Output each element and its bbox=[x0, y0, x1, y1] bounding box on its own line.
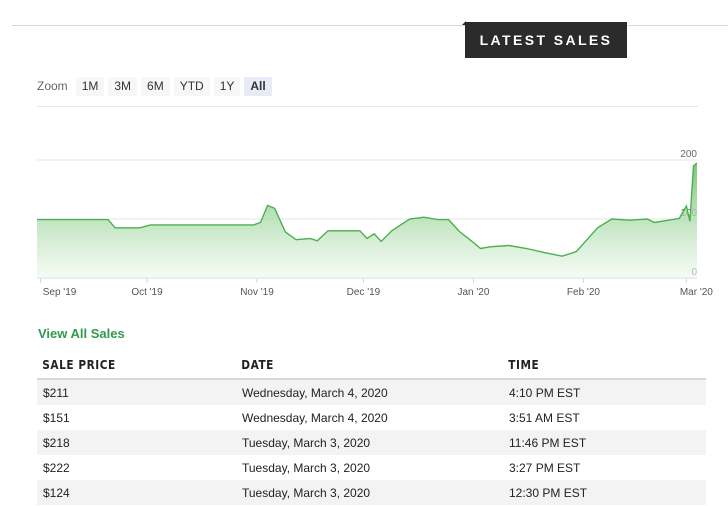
sale-price-cell: $151 bbox=[43, 410, 70, 425]
table-header-row: SALE PRICE DATE TIME bbox=[37, 352, 706, 380]
zoom-6m-button[interactable]: 6M bbox=[141, 76, 170, 96]
table-row: $222 Tuesday, March 3, 2020 3:27 PM EST bbox=[37, 455, 706, 480]
zoom-3m-button[interactable]: 3M bbox=[108, 76, 138, 96]
x-tick-label: Dec '19 bbox=[347, 287, 381, 298]
x-tick-label: Jan '20 bbox=[457, 287, 489, 298]
zoom-1y-button[interactable]: 1Y bbox=[213, 76, 241, 96]
sale-price-cell: $218 bbox=[37, 430, 236, 455]
sale-time-cell: 3:51 AM EST bbox=[509, 410, 580, 425]
x-tick-label: Mar '20 bbox=[680, 287, 713, 298]
sale-time-cell: 4:10 PM EST bbox=[503, 379, 706, 405]
sale-time-cell: 3:27 PM EST bbox=[509, 460, 581, 475]
x-tick-label: Nov '19 bbox=[240, 287, 274, 298]
zoom-all-button[interactable]: All bbox=[244, 76, 272, 96]
section-title-tab: LATEST SALES bbox=[462, 21, 627, 58]
sale-time-cell: 11:46 PM EST bbox=[503, 430, 706, 455]
zoom-label: Zoom bbox=[37, 79, 68, 93]
sale-date-cell: Tuesday, March 3, 2020 bbox=[242, 460, 371, 475]
view-all-sales-link[interactable]: View All Sales bbox=[38, 326, 125, 341]
sale-price-cell: $124 bbox=[37, 480, 236, 505]
sale-date-cell: Tuesday, March 3, 2020 bbox=[236, 480, 503, 505]
y-tick-label: 200 bbox=[680, 149, 697, 160]
section-title: LATEST SALES bbox=[479, 32, 613, 48]
zoom-1m-button[interactable]: 1M bbox=[75, 76, 105, 96]
sale-date-cell: Tuesday, March 3, 2020 bbox=[236, 430, 503, 455]
sales-price-chart: 0100200Sep '19Oct '19Nov '19Dec '19Jan '… bbox=[37, 149, 713, 298]
header-time: TIME bbox=[503, 352, 682, 380]
x-tick-label: Sep '19 bbox=[43, 287, 77, 298]
x-tick-label: Feb '20 bbox=[567, 287, 600, 298]
table-row: $211 Wednesday, March 4, 2020 4:10 PM ES… bbox=[37, 379, 706, 405]
sale-date-cell: Wednesday, March 4, 2020 bbox=[236, 379, 503, 405]
table-row: $124 Tuesday, March 3, 2020 12:30 PM EST bbox=[37, 480, 706, 505]
price-area bbox=[37, 163, 697, 278]
x-tick-label: Oct '19 bbox=[131, 287, 163, 298]
header-date: DATE bbox=[236, 352, 471, 380]
zoom-divider bbox=[37, 106, 698, 107]
sale-date-cell: Wednesday, March 4, 2020 bbox=[242, 410, 388, 425]
sale-price-cell: $211 bbox=[37, 379, 236, 405]
header-sale-price: SALE PRICE bbox=[37, 352, 213, 380]
table-row: $151 Wednesday, March 4, 2020 3:51 AM ES… bbox=[37, 405, 706, 430]
sales-table: SALE PRICE DATE TIME $211 Wednesday, Mar… bbox=[37, 352, 706, 505]
table-row: $218 Tuesday, March 3, 2020 11:46 PM EST bbox=[37, 430, 706, 455]
zoom-control: Zoom 1M 3M 6M YTD 1Y All bbox=[37, 76, 276, 96]
zoom-ytd-button[interactable]: YTD bbox=[173, 76, 210, 96]
sale-time-cell: 12:30 PM EST bbox=[503, 480, 706, 505]
sale-price-cell: $222 bbox=[43, 460, 70, 475]
